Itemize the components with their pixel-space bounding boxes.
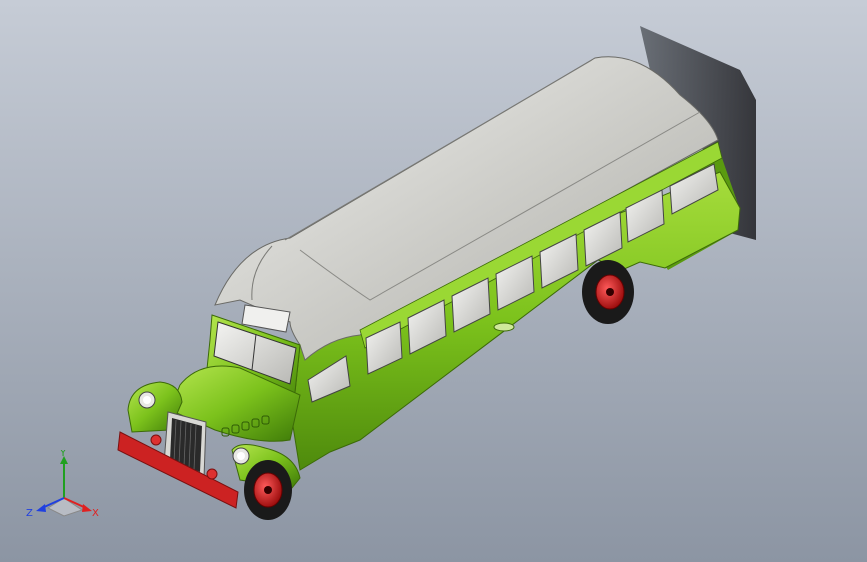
right-headlight-lens [237,452,245,460]
model-canvas[interactable] [0,0,867,562]
rear-wheel [582,260,634,324]
z-axis-arrow [36,504,46,512]
y-axis-label: Y [59,450,67,459]
3d-viewport[interactable]: Y X Z [0,0,867,562]
x-axis-arrow [82,504,92,512]
bumper-fitting [206,468,218,480]
front-wheel [244,460,292,520]
axis-triad[interactable]: Y X Z [26,450,106,525]
z-axis-label: Z [26,508,33,519]
left-headlight-lens [143,396,151,404]
x-axis-label: X [92,508,99,519]
bumper-fitting [150,434,162,446]
triad-base [46,497,84,517]
side-badge [493,322,515,332]
